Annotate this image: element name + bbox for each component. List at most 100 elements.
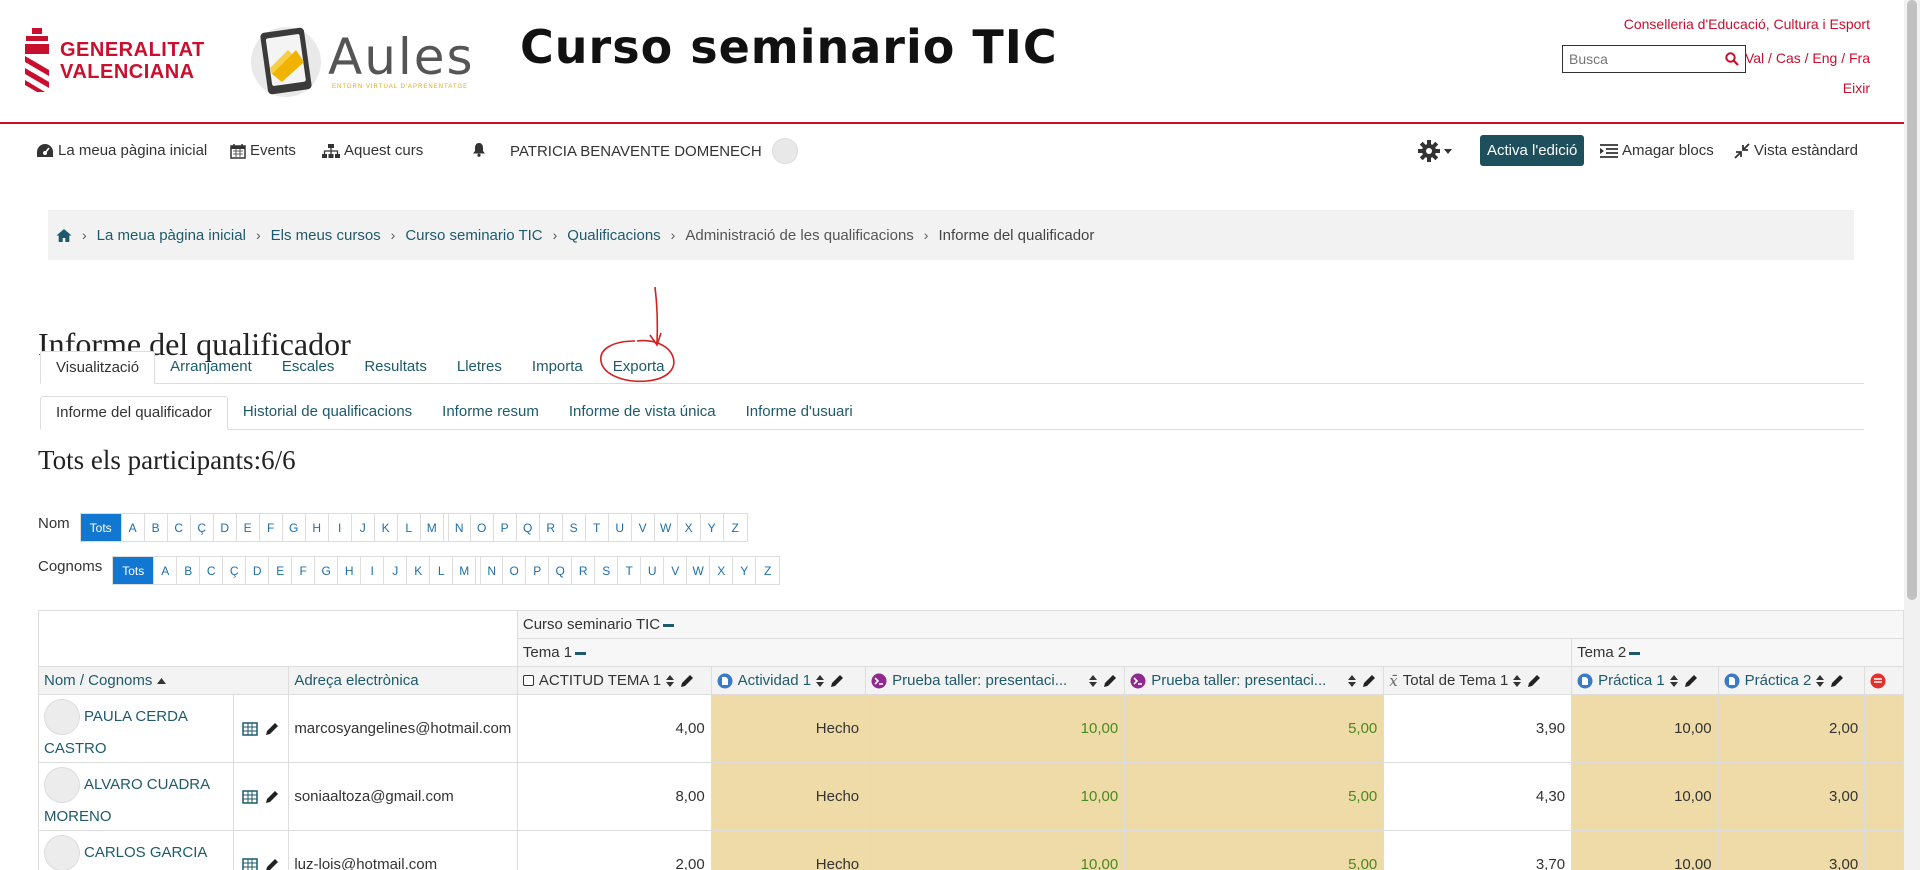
edit-pencil-icon[interactable] [1683,673,1699,689]
notifications-button[interactable] [472,142,486,157]
lastname-filter-letter[interactable]: F [292,557,316,584]
student-first-name[interactable]: CARLOS GARCIA [84,844,207,861]
lastname-filter-letter[interactable]: R [572,557,596,584]
grade-cell[interactable]: Hecho [710,830,867,870]
lastname-filter-letter[interactable]: T [618,557,642,584]
lastname-filter-letter[interactable]: P [526,557,550,584]
tab-setup[interactable]: Arranjament [155,351,267,383]
grade-cell[interactable]: Hecho [710,762,867,831]
sort-icon[interactable] [666,674,675,688]
hide-blocks-button[interactable]: Amagar blocs [1600,142,1714,159]
grade-cell[interactable]: 10,00 [865,762,1126,831]
firstname-filter-letter[interactable]: Z [724,514,747,541]
tab-single-view[interactable]: Informe de vista única [554,396,731,429]
lastname-filter-letter[interactable]: H [338,557,362,584]
grade-item-header[interactable]: Práctica 1 [1571,666,1719,695]
firstname-filter-letter[interactable]: S [563,514,586,541]
grade-cell[interactable]: 3,00 [1717,830,1866,870]
grade-cell[interactable]: 5,00 [1124,694,1385,763]
lastname-filter-letter[interactable]: W [687,557,711,584]
lastname-filter-letter[interactable]: A [154,557,178,584]
grade-item-header-partial[interactable] [1864,666,1904,695]
lastname-filter-letter[interactable]: L [430,557,454,584]
nav-this-course[interactable]: Aquest curs [322,142,423,159]
lastname-filter-letter[interactable]: C [200,557,224,584]
firstname-filter-letter[interactable]: K [375,514,398,541]
category-total-header[interactable]: x̄ Total de Tema 1 [1383,666,1573,695]
grade-cell[interactable]: 10,00 [1571,762,1719,831]
breadcrumb-grades[interactable]: Qualificacions [567,227,660,244]
user-report-table-icon[interactable] [242,857,258,870]
firstname-filter-letter[interactable]: Ç [191,514,214,541]
page-scrollbar[interactable] [1904,0,1920,870]
student-first-name[interactable]: ALVARO CUADRA [84,776,210,793]
nav-events[interactable]: Events [230,142,296,159]
firstname-filter-letter[interactable]: A [122,514,145,541]
standard-view-button[interactable]: Vista estàndard [1734,142,1858,159]
breadcrumb-course[interactable]: Curso seminario TIC [405,227,542,244]
firstname-filter-letter[interactable]: F [260,514,283,541]
firstname-filter-letter[interactable]: N [447,514,471,541]
tab-user-report[interactable]: Informe d'usuari [731,396,868,429]
firstname-filter-letter[interactable]: T [586,514,609,541]
lastname-filter-letter[interactable]: I [361,557,385,584]
edit-pencil-icon[interactable] [264,857,280,870]
firstname-filter-letter[interactable]: L [398,514,421,541]
course-settings-menu[interactable] [1418,140,1452,162]
student-last-name[interactable]: MORENO [44,808,112,825]
firstname-filter-letter[interactable]: D [214,514,237,541]
collapse-icon[interactable] [575,651,587,655]
grade-cell[interactable]: 2,00 [1717,694,1866,763]
student-first-name[interactable]: PAULA CERDA [84,708,188,725]
lastname-filter-letter[interactable]: Y [733,557,757,584]
user-report-table-icon[interactable] [242,721,258,737]
grade-cell[interactable]: 5,00 [1124,830,1385,870]
tab-import[interactable]: Importa [517,351,598,383]
firstname-filter-letter[interactable]: E [237,514,260,541]
edit-pencil-icon[interactable] [264,721,280,737]
search-input[interactable] [1563,46,1725,72]
lastname-filter-letter[interactable]: B [177,557,201,584]
tab-outcomes[interactable]: Resultats [349,351,442,383]
breadcrumb-my-courses[interactable]: Els meus cursos [271,227,381,244]
scrollbar-thumb[interactable] [1907,0,1917,600]
lang-eng[interactable]: Eng [1812,50,1837,66]
edit-pencil-icon[interactable] [1102,673,1118,689]
tab-export[interactable]: Exporta [598,351,680,383]
grade-item-header[interactable]: Prueba taller: presentaci... [865,666,1126,695]
grade-cell[interactable]: 10,00 [1571,694,1719,763]
student-last-name[interactable]: CASTRO [44,740,107,757]
grade-item-header[interactable]: ACTITUD TEMA 1 [516,666,712,695]
firstname-filter-letter[interactable]: O [471,514,494,541]
firstname-filter-all[interactable]: Tots [80,514,122,541]
grade-item-header[interactable]: Práctica 2 [1717,666,1866,695]
grade-cell[interactable]: 8,00 [516,762,712,831]
edit-pencil-icon[interactable] [1526,673,1542,689]
firstname-filter-letter[interactable]: M [421,514,444,541]
grade-cell[interactable]: 4,00 [516,694,712,763]
grade-cell-partial[interactable] [1864,762,1904,831]
conselleria-link[interactable]: Conselleria d'Educació, Cultura i Esport [1624,16,1870,32]
firstname-filter-letter[interactable]: J [352,514,375,541]
firstname-filter-letter[interactable]: U [609,514,632,541]
lastname-filter-letter[interactable]: O [503,557,527,584]
lastname-filter-letter[interactable]: S [595,557,619,584]
lang-fra[interactable]: Fra [1849,50,1870,66]
firstname-filter-letter[interactable]: Q [517,514,540,541]
tab-letters[interactable]: Lletres [442,351,517,383]
firstname-filter-letter[interactable]: G [283,514,306,541]
aules-logo[interactable]: Aules ENTORN VIRTUAL D'APRENENTATGE [248,20,473,100]
grade-cell[interactable]: 3,70 [1383,830,1573,870]
edit-pencil-icon[interactable] [829,673,845,689]
grade-cell-partial[interactable] [1864,830,1904,870]
student-name-cell[interactable]: ALVARO CUADRA MORENO [38,762,234,831]
grade-cell[interactable]: 10,00 [1571,830,1719,870]
grade-item-header[interactable]: Actividad 1 [710,666,867,695]
breadcrumb-home[interactable]: La meua pàgina inicial [97,227,246,244]
firstname-filter-letter[interactable]: W [655,514,678,541]
lastname-filter-letter[interactable]: G [315,557,339,584]
lastname-filter-letter[interactable]: E [269,557,293,584]
home-icon[interactable] [56,228,72,243]
column-name-header[interactable]: Nom / Cognoms [38,666,290,695]
user-menu[interactable]: PATRICIA BENAVENTE DOMENECH [510,138,798,164]
